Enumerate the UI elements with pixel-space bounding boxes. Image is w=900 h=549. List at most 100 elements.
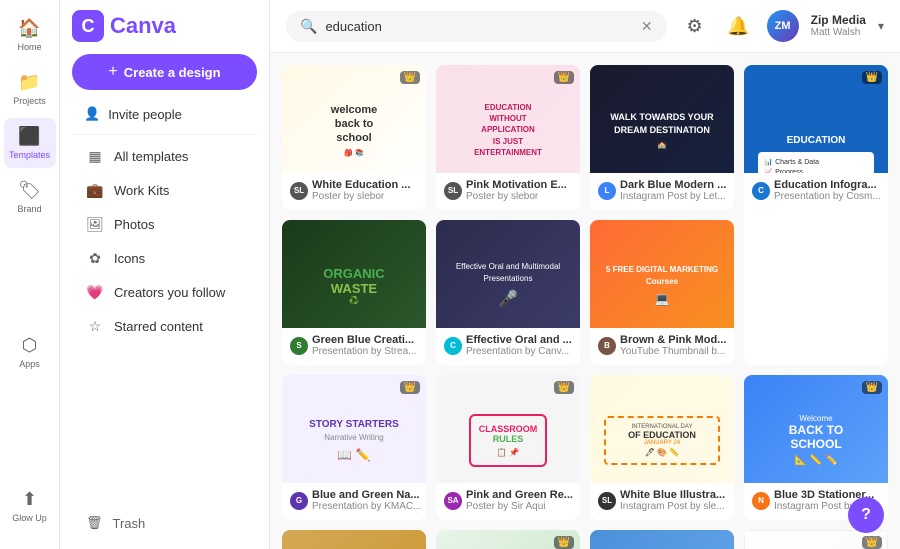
template-card-7[interactable]: 5 FREE DIGITAL MARKETING Courses 💻 B Bro… xyxy=(590,220,734,365)
sidebar-item-templates[interactable]: ⬛ Templates xyxy=(4,118,56,168)
follow-icon: 💗 xyxy=(86,283,104,301)
user-dropdown-icon[interactable]: ▾ xyxy=(878,19,884,33)
pro-badge-1: 👑 xyxy=(400,71,420,84)
card-author-avatar-8: SA xyxy=(444,492,462,510)
template-card-2[interactable]: EDUCATIONWITHOUTAPPLICATIONIS JUSTENTERT… xyxy=(436,65,580,210)
nav-creators-follow[interactable]: 💗 Creators you follow xyxy=(72,275,257,309)
sidebar-item-home[interactable]: 🏠 Home xyxy=(4,10,56,60)
user-name: Zip Media xyxy=(811,13,866,27)
card-author-avatar-3: L xyxy=(598,182,616,200)
template-card-11[interactable]: BAG BACKTOSCHOOL Q Yellow Brown Sim... F… xyxy=(282,530,426,549)
card-author-avatar-2: SL xyxy=(444,182,462,200)
card-title-7: Brown & Pink Mod... xyxy=(620,334,726,346)
card-author-avatar-4: C xyxy=(752,182,770,200)
glowup-icon: ⬆ xyxy=(22,489,37,510)
card-meta-5: S Green Blue Creati... Presentation by S… xyxy=(282,328,426,365)
card-title-9: White Blue Illustra... xyxy=(620,489,725,501)
template-card-8[interactable]: CLASSROOM RULES 📋 📌 👑 SA Pink and Green … xyxy=(436,375,580,520)
card-meta-8: SA Pink and Green Re... Poster by Sir Aq… xyxy=(436,483,580,520)
pro-badge-story: 👑 xyxy=(400,381,420,394)
settings-icon[interactable]: ⚙ xyxy=(679,10,711,42)
plus-icon: + xyxy=(108,63,117,81)
card-meta-6: C Effective Oral and ... Presentation by… xyxy=(436,328,580,365)
template-card-story[interactable]: STORY STARTERS Narrative Writing 📖 ✏️ 👑 … xyxy=(282,375,426,520)
card-title-5: Green Blue Creati... xyxy=(312,334,417,346)
card-title-3: Dark Blue Modern ... xyxy=(620,179,726,191)
header-right: ⚙ 🔔 ZM Zip Media Matt Walsh ▾ xyxy=(679,10,884,42)
search-clear-icon[interactable]: ✕ xyxy=(641,18,653,35)
template-card-6[interactable]: Effective Oral and Multimodal Presentati… xyxy=(436,220,580,365)
card-title-story: Blue and Green Na... xyxy=(312,489,422,501)
card-title-8: Pink and Green Re... xyxy=(466,489,573,501)
search-bar[interactable]: 🔍 ✕ xyxy=(286,11,667,42)
card-thumb-13: EDUCATION PRESENTATION 📊 xyxy=(590,530,734,549)
nav-icons[interactable]: ✿ Icons xyxy=(72,241,257,275)
user-subtitle: Matt Walsh xyxy=(811,27,866,39)
nav-divider xyxy=(72,134,257,135)
card-meta-3: L Dark Blue Modern ... Instagram Post by… xyxy=(590,173,734,210)
notification-icon[interactable]: 🔔 xyxy=(723,10,755,42)
card-author-avatar-6: C xyxy=(444,337,462,355)
template-card-1[interactable]: welcomeback toschool 🎒 📚 👑 SL White Educ… xyxy=(282,65,426,210)
nav-photos[interactable]: 🖼 Photos xyxy=(72,207,257,241)
card-meta-story: G Blue and Green Na... Presentation by K… xyxy=(282,483,426,520)
help-button[interactable]: ? xyxy=(848,497,884,533)
template-card-12[interactable]: EDUCATION PRESENTATION 📚 🎓 ✏️ 👑 G Colorf… xyxy=(436,530,580,549)
sidebar-top: C Canva + Create a design 👤 Invite peopl… xyxy=(60,0,269,353)
canva-logo: C Canva xyxy=(72,10,257,42)
pro-badge-4: 👑 xyxy=(862,71,882,84)
nav-work-kits[interactable]: 💼 Work Kits xyxy=(72,173,257,207)
search-icon: 🔍 xyxy=(300,18,317,35)
card-thumb-5: ORGANIC WASTE ♻️ xyxy=(282,220,426,328)
card-author-5: Presentation by Strea... xyxy=(312,346,417,357)
card-author-9: Instagram Post by sle... xyxy=(620,501,725,512)
card-thumb-story: STORY STARTERS Narrative Writing 📖 ✏️ 👑 xyxy=(282,375,426,483)
sidebar-item-brand[interactable]: 🏷 Brand xyxy=(4,172,56,222)
projects-icon: 📁 xyxy=(18,72,40,93)
canva-logo-icon: C xyxy=(72,10,104,42)
search-input[interactable] xyxy=(325,19,632,34)
sidebar-item-apps[interactable]: ⬡ Apps xyxy=(4,327,56,377)
card-author-avatar-story: G xyxy=(290,492,308,510)
card-thumb-1: welcomeback toschool 🎒 📚 👑 xyxy=(282,65,426,173)
card-author-avatar-5: S xyxy=(290,337,308,355)
card-title-6: Effective Oral and ... xyxy=(466,334,572,346)
trash-button[interactable]: 🗑 Trash xyxy=(72,507,257,539)
icon-nav-bar: 🏠 Home 📁 Projects ⬛ Templates 🏷 Brand ⬡ … xyxy=(0,0,60,549)
pro-badge-2: 👑 xyxy=(554,71,574,84)
template-card-3[interactable]: WALK TOWARDS YOUR DREAM DESTINATION 🏫 L … xyxy=(590,65,734,210)
sidebar-item-projects[interactable]: 📁 Projects xyxy=(4,64,56,114)
template-grid: welcomeback toschool 🎒 📚 👑 SL White Educ… xyxy=(282,65,888,549)
template-card-5[interactable]: ORGANIC WASTE ♻️ S Green Blue Creati... … xyxy=(282,220,426,365)
card-thumb-4: EDUCATION 📊 Charts & Data📈 Progress✏️ Le… xyxy=(744,65,888,173)
sidebar: C Canva + Create a design 👤 Invite peopl… xyxy=(60,0,270,549)
invite-people-button[interactable]: 👤 Invite people xyxy=(72,98,257,130)
template-card-13[interactable]: EDUCATION PRESENTATION 📊 BS Blue And Yel… xyxy=(590,530,734,549)
card-meta-4: C Education Infogra... Presentation by C… xyxy=(744,173,888,210)
card-author-avatar-1: SL xyxy=(290,182,308,200)
brand-icon: 🏷 xyxy=(18,180,41,201)
template-card-9[interactable]: INTERNATIONAL DAY OF EDUCATION JANUARY 2… xyxy=(590,375,734,520)
create-design-button[interactable]: + Create a design xyxy=(72,54,257,90)
card-meta-7: B Brown & Pink Mod... YouTube Thumbnail … xyxy=(590,328,734,365)
nav-starred-content[interactable]: ☆ Starred content xyxy=(72,309,257,343)
card-meta-2: SL Pink Motivation E... Poster by slebor xyxy=(436,173,580,210)
apps-icon: ⬡ xyxy=(22,335,38,356)
templates-icon: ⬛ xyxy=(18,126,40,147)
card-author-8: Poster by Sir Aqui xyxy=(466,501,573,512)
template-card-4[interactable]: EDUCATION 📊 Charts & Data📈 Progress✏️ Le… xyxy=(744,65,888,365)
sidebar-item-glowup[interactable]: ⬆ Glow Up xyxy=(4,481,56,531)
nav-all-templates[interactable]: ▦ All templates xyxy=(72,139,257,173)
pro-badge-8: 👑 xyxy=(554,381,574,394)
briefcase-icon: 💼 xyxy=(86,181,104,199)
card-thumb-12: EDUCATION PRESENTATION 📚 🎓 ✏️ 👑 xyxy=(436,530,580,549)
template-grid-container: welcomeback toschool 🎒 📚 👑 SL White Educ… xyxy=(270,53,900,549)
card-title-2: Pink Motivation E... xyxy=(466,179,567,191)
avatar[interactable]: ZM xyxy=(767,10,799,42)
card-author-avatar-10: N xyxy=(752,492,770,510)
card-meta-1: SL White Education ... Poster by slebor xyxy=(282,173,426,210)
pro-badge-10: 👑 xyxy=(862,381,882,394)
grid-icon: ▦ xyxy=(86,147,104,165)
pro-badge-14: 👑 xyxy=(862,536,882,549)
person-icon: 👤 xyxy=(84,106,100,122)
